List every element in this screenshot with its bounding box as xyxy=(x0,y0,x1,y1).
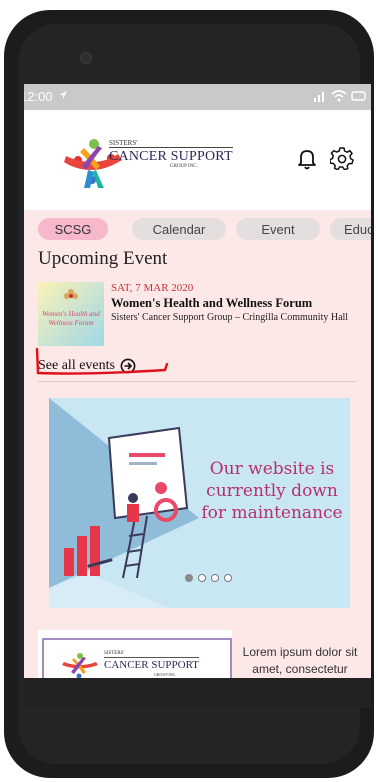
category-tabs: SCSG Calendar Event Educat xyxy=(24,218,371,242)
logo-sub-line: GROUP INC. xyxy=(170,164,198,169)
red-annotation-mark xyxy=(35,347,169,375)
card-logo-sub-line: GROUP INC. xyxy=(154,672,177,677)
info-card[interactable]: SISTERS' CANCER SUPPORT GROUP INC. xyxy=(38,630,232,678)
maintenance-message: Our website is currently down for mainte… xyxy=(201,459,343,523)
card-logo xyxy=(62,653,98,678)
carousel-dot-2[interactable] xyxy=(198,574,206,582)
logo-main-text: CANCER SUPPORT xyxy=(109,147,233,164)
event-thumbnail: Women's Health and Wellness Forum xyxy=(38,282,104,346)
card-logo-top-line: SISTERS' xyxy=(104,651,125,656)
carousel-dot-3[interactable] xyxy=(211,574,219,582)
event-organizer: Sisters' Cancer Support Group – Cringill… xyxy=(111,312,349,323)
app-header: SISTERS' CANCER SUPPORT GROUP INC. xyxy=(24,110,371,210)
thumbnail-text: Women's Health and Wellness Forum xyxy=(42,310,100,327)
section-divider xyxy=(38,381,356,382)
upcoming-event-heading: Upcoming Event xyxy=(38,248,168,269)
carousel-dots xyxy=(185,574,232,582)
card-logo-main-text: CANCER SUPPORT xyxy=(104,657,200,671)
event-title: Women's Health and Wellness Forum xyxy=(111,296,313,310)
app-screen: 12:00 SISTERS' CANCER SUPPORT GROUP INC. xyxy=(24,84,371,678)
wifi-icon xyxy=(331,90,347,102)
event-date: SAT, 7 MAR 2020 xyxy=(111,282,194,294)
flower-icon xyxy=(64,289,78,299)
phone-bottom-bezel xyxy=(24,678,371,708)
carousel-dot-4[interactable] xyxy=(224,574,232,582)
status-bar: 12:00 xyxy=(24,84,371,110)
logo-top-line: SISTERS' xyxy=(109,139,138,147)
event-item[interactable]: Women's Health and Wellness Forum SAT, 7… xyxy=(38,282,368,346)
battery-icon xyxy=(351,91,366,101)
tab-event[interactable]: Event xyxy=(236,218,320,240)
gear-icon[interactable] xyxy=(330,146,354,170)
tab-education[interactable]: Educat xyxy=(330,218,371,240)
maintenance-banner[interactable]: Our website is currently down for mainte… xyxy=(49,398,350,608)
status-icons xyxy=(313,90,367,102)
card-description: Lorem ipsum dolor sit amet, consectetur … xyxy=(242,645,358,676)
status-time: 12:00 xyxy=(24,89,53,104)
location-arrow-icon xyxy=(59,91,67,99)
tab-scsg[interactable]: SCSG xyxy=(38,218,108,240)
camera-icon xyxy=(80,52,92,64)
carousel-dot-1[interactable] xyxy=(185,574,193,582)
bell-icon[interactable] xyxy=(297,148,317,170)
signal-icon xyxy=(314,92,324,102)
tab-calendar[interactable]: Calendar xyxy=(132,218,226,240)
